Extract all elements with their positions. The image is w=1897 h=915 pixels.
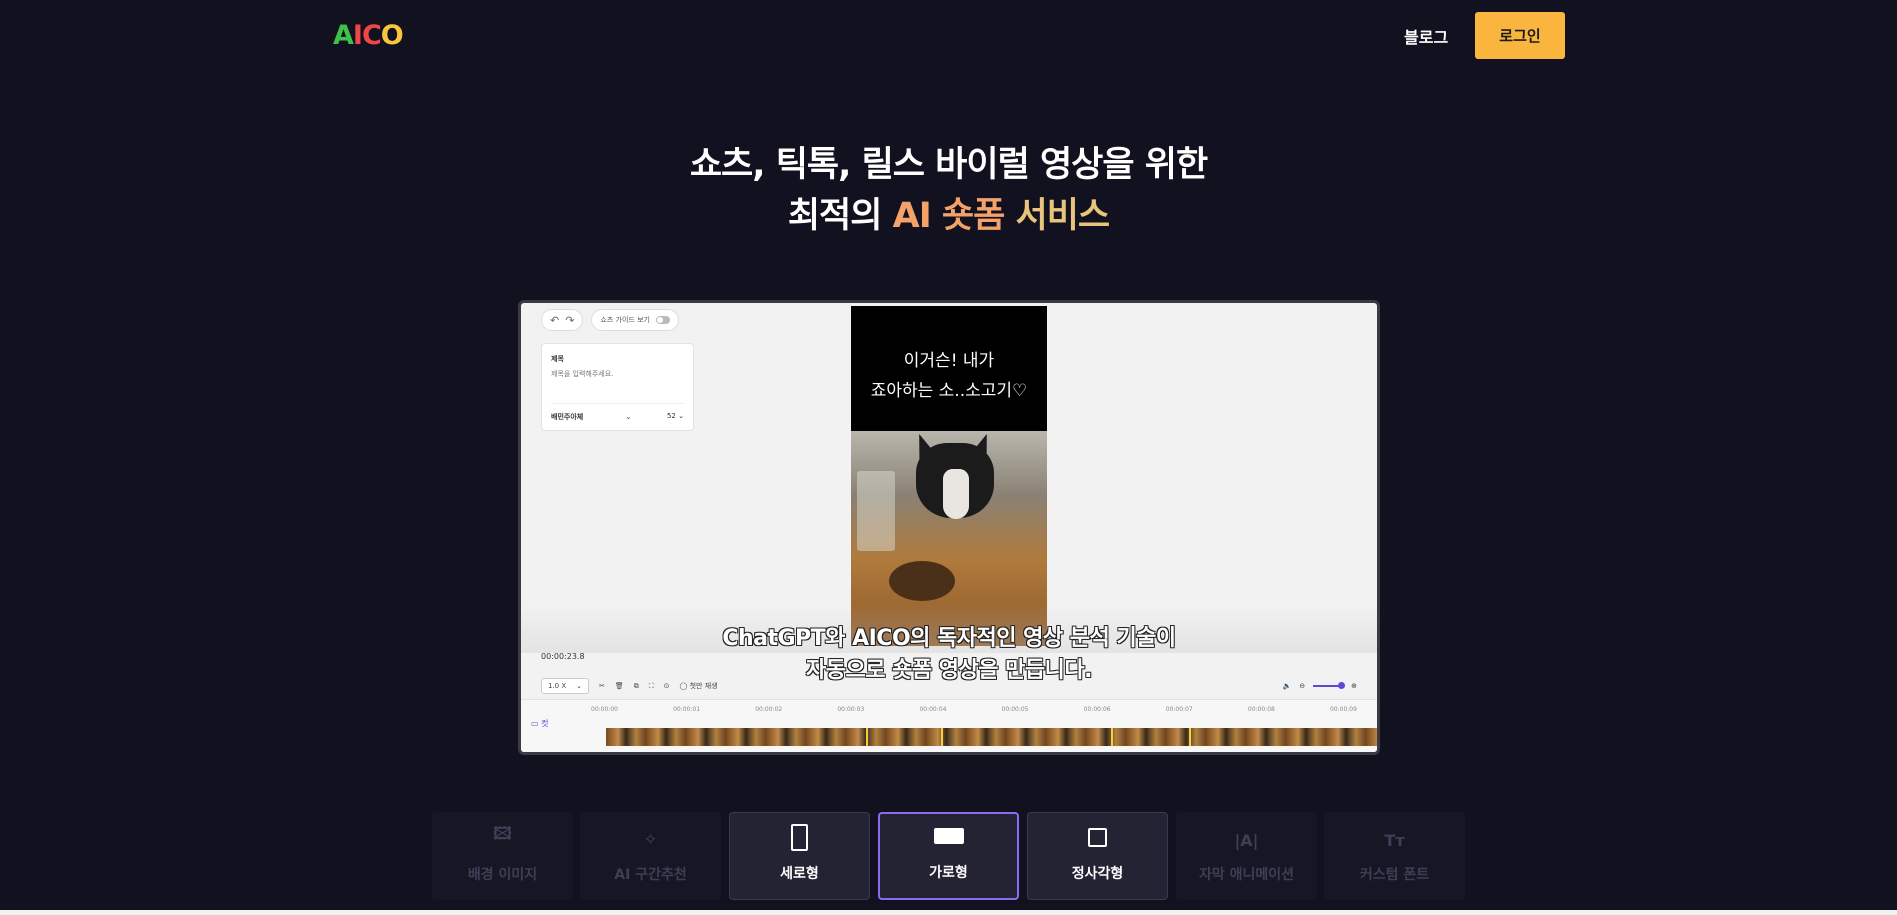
cut-track-label: ▭ 컷 xyxy=(531,719,549,728)
feature-background-image[interactable]: 🖾 배경 이미지 xyxy=(432,812,573,900)
feature-landscape[interactable]: 가로형 xyxy=(878,812,1019,900)
tick-label: 00:00:00 xyxy=(591,706,618,713)
hero-line-2-prefix: 최적의 xyxy=(787,196,893,236)
feature-portrait[interactable]: 세로형 xyxy=(729,812,870,900)
feature-custom-font[interactable]: Tт 커스텀 폰트 xyxy=(1324,812,1465,900)
tick-label: 00:00:07 xyxy=(1165,706,1193,713)
text-cursor-icon: |A| xyxy=(1234,831,1259,850)
shorts-guide-label: 쇼츠 가이드 보기 xyxy=(600,316,650,324)
chevron-down-icon: ⌄ xyxy=(576,682,582,690)
logo-letter-o: O xyxy=(380,19,404,51)
scissors-icon[interactable]: ✂ xyxy=(599,682,605,690)
dog-face xyxy=(943,469,969,519)
font-icon: Tт xyxy=(1384,831,1405,850)
bottom-edge xyxy=(0,910,1897,915)
square-icon xyxy=(1088,828,1107,847)
logo-letter-a: A xyxy=(333,19,354,51)
speed-value: 1.0 X xyxy=(548,682,567,690)
title-font-controls: 배민주아체 ⌄ 52 ⌄ xyxy=(551,403,684,422)
blog-link[interactable]: 블로그 xyxy=(1404,24,1448,48)
tick-label: 00:00:06 xyxy=(1083,706,1111,713)
feature-label: 배경 이미지 xyxy=(467,867,538,883)
chevron-down-icon: ⌄ xyxy=(625,413,632,421)
video-preview[interactable]: 이거슨! 내가 죠아하는 소..소고기♡ xyxy=(851,306,1047,646)
timeline[interactable]: ▭ 컷 00:00:00 00:00:01 00:00:02 00:00:03 … xyxy=(521,699,1377,752)
video-caption-line-1: 이거슨! 내가 xyxy=(903,351,995,371)
timeline-ticks: 00:00:00 00:00:01 00:00:02 00:00:03 00:0… xyxy=(591,706,1377,713)
timeline-toolbar: 1.0 X ⌄ ✂ 🗑 ⧉ ⛶ ⊙ ◯ 첫만 재생 🔈 ⊖ ⊕ xyxy=(521,675,1377,697)
undo-redo-group: ↶ ↷ xyxy=(541,309,584,331)
tick-label: 00:00:01 xyxy=(673,706,701,713)
first-play-radio[interactable]: ◯ 첫만 재생 xyxy=(680,681,718,691)
redo-icon[interactable]: ↷ xyxy=(565,314,574,327)
video-caption-line-2: 죠아하는 소..소고기♡ xyxy=(870,381,1028,401)
hero-headline: 쇼츠, 틱톡, 릴스 바이럴 영상을 위한 최적의 AI 숏폼 서비스 xyxy=(0,140,1897,242)
image-icon: 🖾 xyxy=(493,824,512,844)
location-icon[interactable]: ⊙ xyxy=(664,682,670,690)
title-input[interactable]: 제목을 입력해주세요. xyxy=(551,369,613,379)
tick-label: 00:00:04 xyxy=(919,706,947,713)
title-card: 제목 제목을 입력해주세요. 배민주아체 ⌄ 52 ⌄ xyxy=(541,343,694,431)
feature-square[interactable]: 정사각형 xyxy=(1027,812,1168,900)
title-label: 제목 xyxy=(551,355,564,363)
feature-label: 자막 애니메이션 xyxy=(1198,867,1295,883)
feature-label: 가로형 xyxy=(929,865,968,881)
editor-top-bar: ↶ ↷ 쇼츠 가이드 보기 xyxy=(541,309,679,331)
hero-line-2: 최적의 AI 숏폼 서비스 xyxy=(0,191,1897,242)
undo-icon[interactable]: ↶ xyxy=(550,314,559,327)
tick-label: 00:00:08 xyxy=(1247,706,1275,713)
portrait-icon xyxy=(791,824,808,851)
video-camera-icon: ▭ xyxy=(531,719,539,728)
hero-accent-service: 서비스 xyxy=(1004,196,1111,236)
crop-icon[interactable]: ⛶ xyxy=(649,682,654,691)
feature-subtitle-animation[interactable]: |A| 자막 애니메이션 xyxy=(1176,812,1317,900)
video-clip-strip[interactable] xyxy=(606,728,1377,746)
tick-label: 00:00:09 xyxy=(1329,706,1357,713)
landscape-icon xyxy=(933,828,964,844)
logo-letter-c: C xyxy=(361,19,382,51)
tick-label: 00:00:02 xyxy=(755,706,783,713)
water-glass xyxy=(857,471,895,551)
cut-marker[interactable] xyxy=(1189,728,1191,746)
feature-label: 커스텀 폰트 xyxy=(1359,867,1430,883)
video-caption: 이거슨! 내가 죠아하는 소..소고기♡ xyxy=(851,346,1047,406)
font-select[interactable]: 배민주아체 ⌄ xyxy=(551,412,631,422)
cut-marker[interactable] xyxy=(866,728,868,746)
feature-label: 세로형 xyxy=(780,866,819,882)
plate xyxy=(889,561,955,601)
promo-subtitle-line-1: ChatGPT와 AICO의 독자적인 영상 분석 기술이 xyxy=(722,626,1176,651)
logo-letter-i: I xyxy=(352,19,363,51)
cut-marker[interactable] xyxy=(1111,728,1113,746)
split-icon[interactable]: ⧉ xyxy=(634,682,639,691)
feature-label: AI 구간추천 xyxy=(614,867,687,883)
editor-preview: ↶ ↷ 쇼츠 가이드 보기 제목 제목을 입력해주세요. 배민주아체 ⌄ 52 … xyxy=(518,300,1380,755)
volume-icon[interactable]: 🔈 xyxy=(1283,682,1292,690)
cut-marker[interactable] xyxy=(941,728,943,746)
aico-logo[interactable]: A I C O xyxy=(333,19,404,51)
zoom-in-icon[interactable]: ⊕ xyxy=(1351,682,1357,690)
current-time: 00:00:23.8 xyxy=(541,652,585,661)
feature-label: 정사각형 xyxy=(1071,866,1124,882)
login-button[interactable]: 로그인 xyxy=(1475,12,1565,59)
toolbar-right: 🔈 ⊖ ⊕ xyxy=(1283,682,1357,690)
tick-label: 00:00:03 xyxy=(837,706,865,713)
zoom-slider[interactable] xyxy=(1313,682,1346,689)
tick-label: 00:00:05 xyxy=(1001,706,1029,713)
zoom-out-icon[interactable]: ⊖ xyxy=(1299,682,1305,690)
chevron-down-icon: ⌄ xyxy=(678,412,684,420)
speed-select[interactable]: 1.0 X ⌄ xyxy=(541,678,589,694)
feature-ai-section[interactable]: ✧ AI 구간추천 xyxy=(580,812,721,900)
sparkle-icon: ✧ xyxy=(643,830,658,850)
size-select[interactable]: 52 ⌄ xyxy=(667,412,684,422)
hero-line-1: 쇼츠, 틱톡, 릴스 바이럴 영상을 위한 xyxy=(689,145,1208,185)
trash-icon[interactable]: 🗑 xyxy=(615,682,624,690)
hero-accent-ai-shortform: AI 숏폼 xyxy=(892,196,1006,236)
toggle-switch[interactable] xyxy=(655,316,670,324)
shorts-guide-toggle[interactable]: 쇼츠 가이드 보기 xyxy=(591,309,679,331)
